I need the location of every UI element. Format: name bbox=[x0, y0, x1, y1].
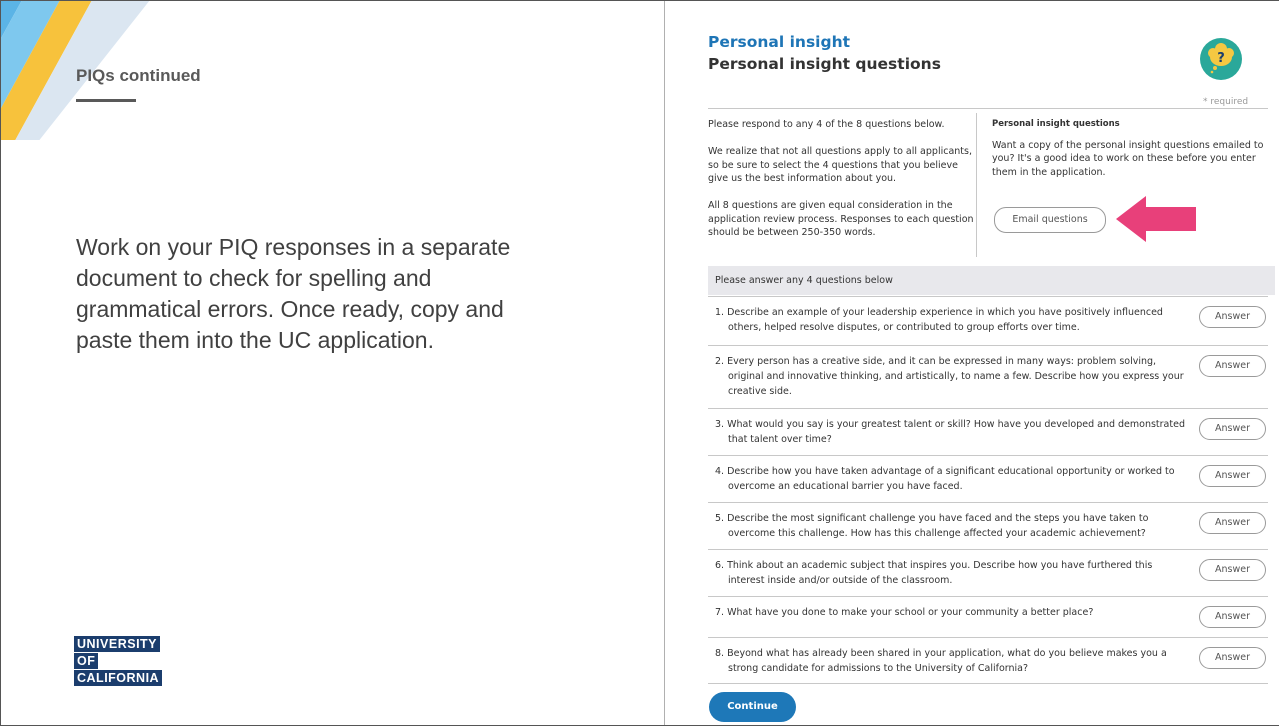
question-text: 8. Beyond what has already been shared i… bbox=[715, 648, 1167, 674]
question-row: 5. Describe the most significant challen… bbox=[708, 502, 1268, 549]
email-panel-heading: Personal insight questions bbox=[992, 119, 1120, 129]
intro-instructions: Please respond to any 4 of the 8 questio… bbox=[708, 118, 978, 253]
question-row: 4. Describe how you have taken advantage… bbox=[708, 455, 1268, 502]
question-text: 4. Describe how you have taken advantage… bbox=[715, 466, 1175, 492]
required-note: * required bbox=[1203, 97, 1249, 107]
slide-body-text: Work on your PIQ responses in a separate… bbox=[76, 234, 511, 353]
email-panel-text: Want a copy of the personal insight ques… bbox=[992, 139, 1264, 178]
question-row: 8. Beyond what has already been shared i… bbox=[708, 637, 1268, 684]
intro-paragraph-3: All 8 questions are given equal consider… bbox=[708, 200, 974, 238]
svg-text:?: ? bbox=[1217, 51, 1225, 66]
application-screenshot: Personal insight Personal insight questi… bbox=[665, 0, 1279, 726]
pointer-arrow-icon bbox=[1116, 196, 1196, 242]
intro-paragraph-1: Please respond to any 4 of the 8 questio… bbox=[708, 119, 945, 130]
question-row: 2. Every person has a creative side, and… bbox=[708, 345, 1268, 408]
answer-button-1[interactable]: Answer bbox=[1199, 306, 1266, 328]
answer-button-6[interactable]: Answer bbox=[1199, 559, 1266, 581]
email-questions-button[interactable]: Email questions bbox=[994, 207, 1106, 233]
questions-header: Please answer any 4 questions below bbox=[708, 266, 1275, 295]
question-text: 6. Think about an academic subject that … bbox=[715, 560, 1153, 586]
intro-paragraph-2: We realize that not all questions apply … bbox=[708, 146, 972, 184]
answer-button-3[interactable]: Answer bbox=[1199, 418, 1266, 440]
slide-title: PIQs continued bbox=[76, 66, 201, 85]
answer-button-4[interactable]: Answer bbox=[1199, 465, 1266, 487]
question-text: 2. Every person has a creative side, and… bbox=[715, 356, 1184, 397]
section-title: Personal insight bbox=[708, 33, 851, 51]
answer-button-7[interactable]: Answer bbox=[1199, 606, 1266, 628]
title-underline bbox=[76, 99, 136, 102]
question-row: 1. Describe an example of your leadershi… bbox=[708, 296, 1268, 345]
email-questions-panel: Personal insight questions Want a copy o… bbox=[992, 118, 1277, 179]
question-row: 7. What have you done to make your schoo… bbox=[708, 596, 1268, 637]
intro-vertical-divider bbox=[976, 113, 977, 257]
continue-button[interactable]: Continue bbox=[709, 692, 796, 722]
uc-logo: UNIVERSITY OF CALIFORNIA bbox=[74, 636, 163, 687]
question-text: 3. What would you say is your greatest t… bbox=[715, 419, 1185, 445]
question-row: 3. What would you say is your greatest t… bbox=[708, 408, 1268, 455]
header-divider bbox=[708, 108, 1268, 109]
answer-button-5[interactable]: Answer bbox=[1199, 512, 1266, 534]
question-text: 7. What have you done to make your schoo… bbox=[715, 607, 1094, 618]
page-title: Personal insight questions bbox=[708, 55, 941, 73]
question-bubble-icon[interactable]: ? bbox=[1200, 38, 1242, 80]
question-text: 5. Describe the most significant challen… bbox=[715, 513, 1149, 539]
uc-logo-line-2: OF bbox=[74, 653, 99, 669]
uc-logo-line-3: CALIFORNIA bbox=[74, 670, 163, 686]
question-row: 6. Think about an academic subject that … bbox=[708, 549, 1268, 596]
slide: PIQs continued Work on your PIQ response… bbox=[0, 0, 1279, 726]
thought-bubble-icon: ? bbox=[1208, 43, 1234, 74]
answer-button-8[interactable]: Answer bbox=[1199, 647, 1266, 669]
answer-button-2[interactable]: Answer bbox=[1199, 355, 1266, 377]
uc-logo-line-1: UNIVERSITY bbox=[74, 636, 161, 652]
question-text: 1. Describe an example of your leadershi… bbox=[715, 307, 1163, 333]
